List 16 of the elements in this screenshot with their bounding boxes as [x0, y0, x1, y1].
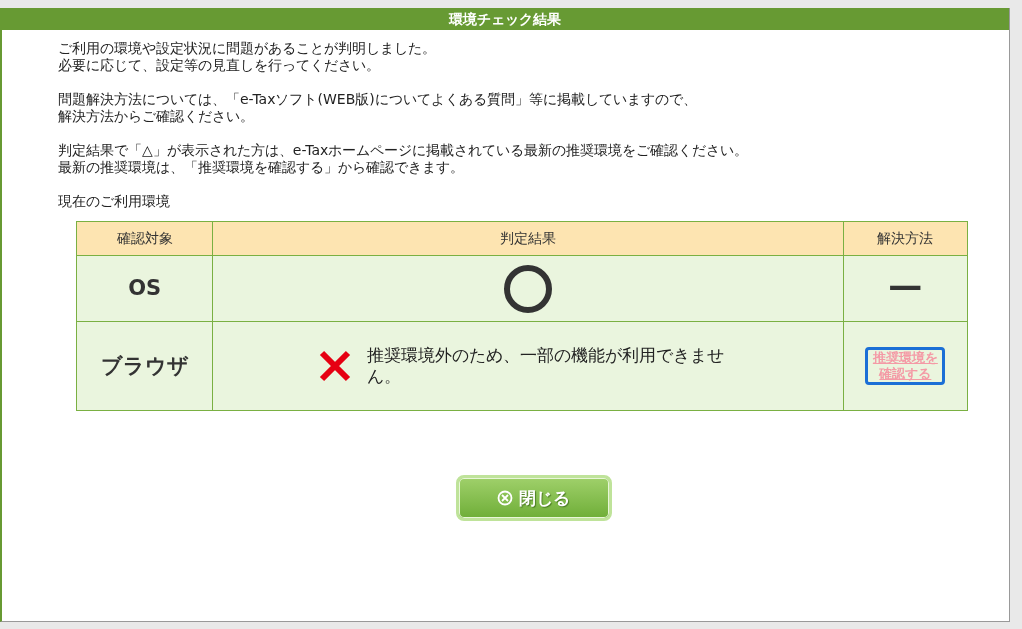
- section-title: 現在のご利用環境: [58, 193, 171, 210]
- close-button[interactable]: 閉じる: [455, 475, 612, 521]
- table-cell: ブラウザ: [76, 321, 213, 411]
- cross-icon: [319, 350, 351, 382]
- paragraph: ご利用の環境や設定状況に問題があることが判明しました。 必要に応じて、設定等の見直しを行ってください。: [58, 40, 437, 74]
- column-header: 確認対象: [76, 221, 213, 256]
- paragraph: 判定結果で「△」が表示された方は、e-Taxホームページに掲載されている最新の推奨環境をご確認ください。 最新の推奨環境は、「推奨環境を確認する」から確認できます。: [58, 142, 750, 176]
- column-header: 解決方法: [843, 221, 968, 256]
- window-title: 環境チェック結果: [0, 8, 1009, 30]
- close-icon: [497, 490, 513, 506]
- circle-icon: [503, 263, 553, 314]
- table-cell: OS: [76, 255, 213, 322]
- paragraph: 問題解決方法については、「e-Taxソフト(WEB版)についてよくある質問」等に掲載していますので、 解決方法からご確認ください。: [58, 91, 698, 125]
- dash-mark: —: [888, 264, 923, 305]
- column-header: 判定結果: [212, 221, 844, 256]
- result-message: 推奨環境外のため、一部の機能が利用できません。: [367, 345, 725, 387]
